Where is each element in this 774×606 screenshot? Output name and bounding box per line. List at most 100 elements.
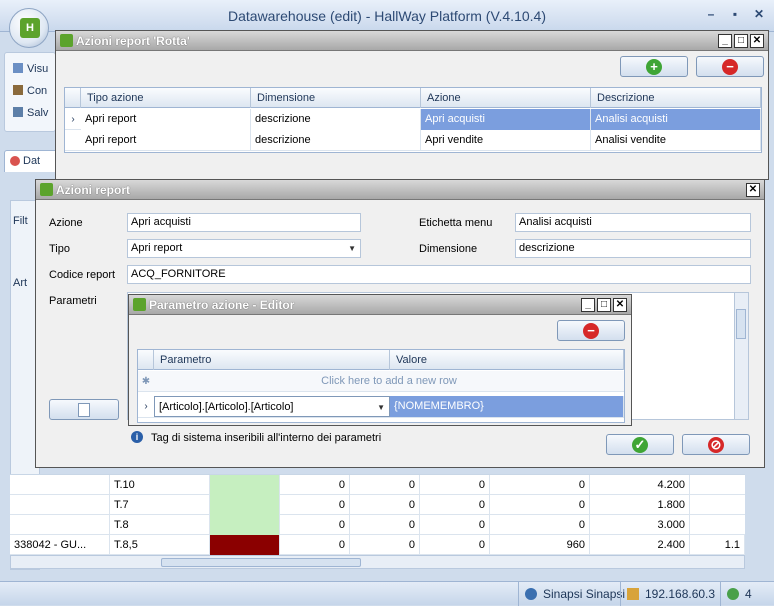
cancel-icon: ⊘	[708, 437, 724, 453]
tipo-select[interactable]: Apri report ▼	[127, 239, 361, 258]
vertical-scrollbar[interactable]	[734, 293, 748, 419]
status-ip-label: 192.168.60.3	[645, 587, 716, 601]
codice-report-field[interactable]: ACQ_FORNITORE	[127, 265, 751, 284]
sync-icon	[727, 588, 739, 600]
cell[interactable]: Analisi vendite	[591, 130, 761, 151]
table-row[interactable]: Apri report descrizione Apri vendite Ana…	[65, 130, 761, 151]
row-name-cell: 338042 - GU...	[10, 535, 110, 555]
remove-param-button[interactable]: −	[557, 320, 625, 341]
col-parametro[interactable]: Parametro	[154, 350, 390, 370]
table-row[interactable]: T.7 0 0 0 0 1.800	[10, 495, 745, 515]
table-row[interactable]: T.10 0 0 0 0 4.200	[10, 475, 745, 495]
status-count: 4	[720, 582, 774, 606]
close-button[interactable]: ✕	[746, 183, 760, 197]
value-cell: 1.800	[590, 495, 690, 515]
app-logo[interactable]: H	[9, 8, 49, 48]
value-cell: 0	[280, 475, 350, 495]
dialog-title: Azioni report 'Rotta'	[76, 34, 190, 48]
table-row[interactable]: › Apri report descrizione Apri acquisti …	[65, 109, 761, 130]
chevron-down-icon[interactable]: ▼	[348, 240, 356, 257]
dimensione-field[interactable]: descrizione	[515, 239, 751, 258]
new-row[interactable]: ✱ Click here to add a new row	[138, 371, 624, 392]
table-row[interactable]: 338042 - GU... T.8,5 0 0 0 960 2.400 1.1	[10, 535, 745, 555]
close-button[interactable]: ✕	[613, 298, 627, 312]
azione-field[interactable]: Apri acquisti	[127, 213, 361, 232]
value-cell: 0	[420, 515, 490, 535]
row-col-cell: T.7	[110, 495, 210, 515]
value-cell: 0	[350, 515, 420, 535]
cell[interactable]: Analisi acquisti	[591, 109, 761, 130]
ribbon-label: Visu	[27, 63, 49, 75]
azione-label: Azione	[49, 217, 83, 229]
cell[interactable]: descrizione	[251, 109, 421, 130]
cancel-button[interactable]: ⊘	[682, 434, 750, 455]
valore-cell[interactable]: {NOMEMEMBRO}	[390, 396, 624, 417]
col-descrizione[interactable]: Descrizione	[591, 88, 761, 108]
ok-button[interactable]: ✓	[606, 434, 674, 455]
ribbon-item-visu[interactable]: Visu	[13, 63, 48, 75]
minimize-icon[interactable]: –	[704, 8, 718, 22]
scrollbar-thumb[interactable]	[161, 558, 361, 567]
grid-header: Parametro Valore	[138, 350, 624, 370]
col-dimensione[interactable]: Dimensione	[251, 88, 421, 108]
value-cell: 0	[280, 515, 350, 535]
cell[interactable]: Apri acquisti	[421, 109, 591, 130]
filter-label: Filt	[13, 215, 28, 227]
parametri-label: Parametri	[49, 295, 97, 307]
parametri-editor-button[interactable]	[49, 399, 119, 420]
value-cell: 1.1	[690, 535, 745, 555]
ribbon-item-con[interactable]: Con	[13, 85, 47, 97]
grid-header-indicator	[65, 88, 81, 108]
main-title-bar: Datawarehouse (edit) - HallWay Platform …	[0, 0, 774, 32]
add-row-hint[interactable]: Click here to add a new row	[154, 371, 624, 392]
user-icon	[525, 588, 537, 600]
scrollbar-thumb[interactable]	[736, 309, 746, 339]
close-icon[interactable]: ✕	[752, 8, 766, 22]
remove-icon: −	[722, 59, 738, 75]
server-icon	[627, 588, 639, 600]
minimize-button[interactable]: _	[581, 298, 595, 312]
tab-dat[interactable]: Dat	[4, 150, 58, 172]
status-ip: 192.168.60.3	[620, 582, 715, 606]
ribbon-label: Salv	[27, 107, 49, 119]
table-row[interactable]: › [Articolo].[Articolo].[Articolo] ▼ {NOM…	[138, 396, 624, 418]
tab-label: Dat	[23, 155, 41, 167]
article-label: Art	[13, 277, 28, 289]
etichetta-menu-field[interactable]: Analisi acquisti	[515, 213, 751, 232]
value-cell: 0	[280, 535, 350, 555]
grid-header-indicator	[138, 350, 154, 370]
cell[interactable]: Apri vendite	[421, 130, 591, 151]
color-cell	[210, 535, 280, 555]
grid-header: Tipo azione Dimensione Azione Descrizion…	[65, 88, 761, 108]
value-cell: 0	[490, 495, 590, 515]
col-valore[interactable]: Valore	[390, 350, 624, 370]
row-col-cell: T.8,5	[110, 535, 210, 555]
table-row[interactable]: T.8 0 0 0 0 3.000	[10, 515, 745, 535]
param-select[interactable]: [Articolo].[Articolo].[Articolo] ▼	[154, 396, 390, 417]
row-indicator-icon: ›	[144, 401, 148, 412]
maximize-button[interactable]: □	[734, 34, 748, 48]
maximize-icon[interactable]: ▪	[728, 8, 742, 22]
cell[interactable]: Apri report	[81, 130, 251, 151]
cell[interactable]: descrizione	[251, 130, 421, 151]
color-cell	[210, 515, 280, 535]
add-button[interactable]: +	[620, 56, 688, 77]
view-icon	[13, 63, 23, 73]
row-col-cell: T.8	[110, 515, 210, 535]
chevron-down-icon[interactable]: ▼	[377, 397, 385, 416]
col-tipo-azione[interactable]: Tipo azione	[81, 88, 251, 108]
maximize-button[interactable]: □	[597, 298, 611, 312]
value-cell: 0	[420, 475, 490, 495]
horizontal-scrollbar[interactable]	[10, 555, 745, 569]
remove-button[interactable]: −	[696, 56, 764, 77]
ribbon-item-salv[interactable]: Salv	[13, 107, 48, 119]
minimize-button[interactable]: _	[718, 34, 732, 48]
hallway-logo-icon	[40, 183, 53, 196]
add-icon: +	[646, 59, 662, 75]
dialog-parametro-editor: Parametro azione - Editor _ □ ✕ − Parame…	[128, 294, 632, 426]
col-azione[interactable]: Azione	[421, 88, 591, 108]
cell[interactable]: Apri report	[81, 109, 251, 130]
info-icon: i	[131, 431, 143, 443]
value-cell: 0	[350, 495, 420, 515]
close-button[interactable]: ✕	[750, 34, 764, 48]
